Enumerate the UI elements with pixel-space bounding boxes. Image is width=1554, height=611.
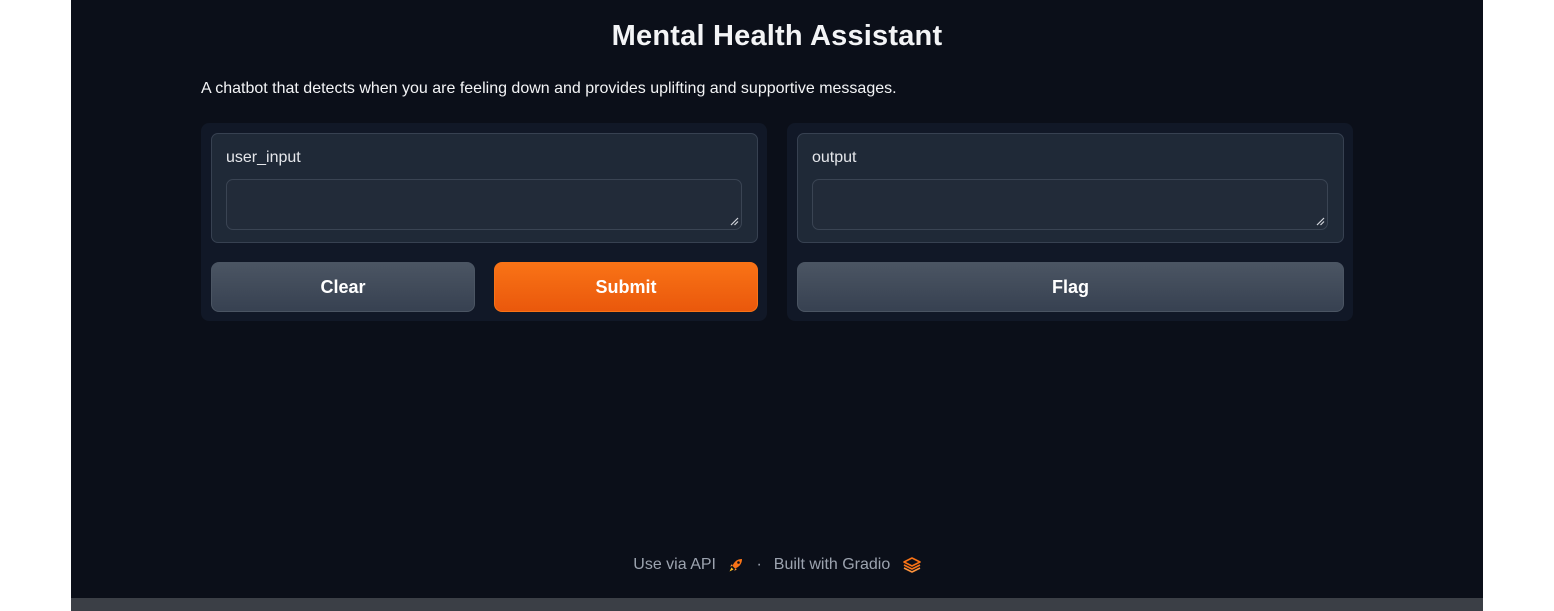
resize-grip-icon[interactable] xyxy=(1316,217,1325,226)
resize-grip-icon[interactable] xyxy=(730,217,739,226)
flag-button[interactable]: Flag xyxy=(797,262,1344,312)
output-label: output xyxy=(812,149,857,166)
rocket-icon xyxy=(729,558,743,572)
use-via-api-label: Use via API xyxy=(633,556,716,573)
user-input-block: user_input xyxy=(211,133,758,243)
built-with-gradio-link[interactable]: Built with Gradio xyxy=(774,556,921,574)
input-panel: user_input Clear Submit xyxy=(201,123,767,321)
page-description: A chatbot that detects when you are feel… xyxy=(201,80,897,97)
bottom-bar xyxy=(71,598,1483,611)
gradio-logo-icon xyxy=(902,556,921,573)
output-block: output xyxy=(797,133,1344,243)
page-title: Mental Health Assistant xyxy=(611,20,943,52)
clear-button[interactable]: Clear xyxy=(211,262,475,312)
output-textarea[interactable] xyxy=(812,179,1328,230)
footer-separator: · xyxy=(756,556,762,573)
user-input-label: user_input xyxy=(226,149,301,166)
use-via-api-link[interactable]: Use via API xyxy=(633,556,744,574)
footer: Use via API · Built with Gradio xyxy=(71,556,1483,574)
user-input-textarea[interactable] xyxy=(226,179,742,230)
gradio-app: Mental Health Assistant A chatbot that d… xyxy=(71,0,1483,598)
built-with-gradio-label: Built with Gradio xyxy=(773,556,891,573)
output-panel: output Flag xyxy=(787,123,1353,321)
submit-button[interactable]: Submit xyxy=(494,262,758,312)
